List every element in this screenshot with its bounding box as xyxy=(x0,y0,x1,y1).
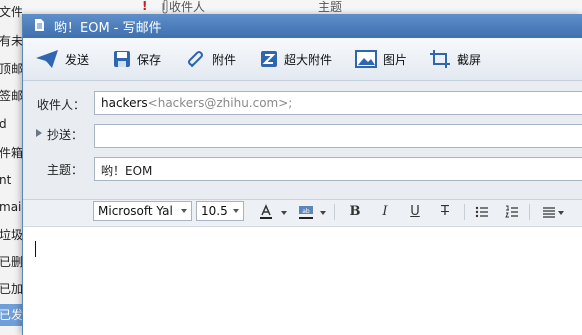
chevron-down-icon xyxy=(233,209,239,213)
text-color-dropdown-icon[interactable] xyxy=(281,211,287,215)
text-color-icon[interactable] xyxy=(259,204,273,220)
highlight-dropdown-icon[interactable] xyxy=(320,211,326,215)
save-button[interactable]: 保存 xyxy=(113,49,161,69)
send-button[interactable]: 发送 xyxy=(35,49,89,69)
divider xyxy=(464,204,465,220)
paper-plane-icon xyxy=(36,50,58,68)
attach-button[interactable]: 附件 xyxy=(186,49,236,69)
subject-column-header[interactable]: 主题 xyxy=(318,0,342,14)
subject-label: 主题： xyxy=(47,163,84,177)
paperclip-icon xyxy=(188,51,203,67)
window-title: 哟！EOM - 写邮件 xyxy=(54,21,162,36)
compose-toolbar: 发送 保存 附件 超大附件 图片 截屏 xyxy=(23,38,582,81)
compose-window: 哟！EOM - 写邮件 发送 保存 附件 超大附件 图片 截屏 收件人： hac… xyxy=(22,14,582,335)
message-body-editor[interactable] xyxy=(23,227,582,335)
to-field[interactable]: hackers<hackers@zhihu.com>; xyxy=(94,91,582,115)
text-caret xyxy=(35,241,36,257)
divider xyxy=(529,204,530,220)
large-attachment-icon xyxy=(261,51,277,67)
to-label: 收件人： xyxy=(37,98,86,112)
align-dropdown-icon[interactable] xyxy=(558,211,564,215)
numbered-list-icon[interactable] xyxy=(505,205,519,219)
header-fields: 收件人： hackers<hackers@zhihu.com>; 抄送： 主题：… xyxy=(23,81,582,200)
bold-button[interactable]: B xyxy=(348,204,362,220)
strikethrough-button[interactable]: T xyxy=(438,204,452,220)
format-toolbar: Microsoft Yal 10.5 ab B I U T xyxy=(23,200,582,227)
font-size-select[interactable]: 10.5 xyxy=(196,201,244,221)
big-attach-button[interactable]: 超大附件 xyxy=(260,49,332,69)
insert-image-button[interactable]: 图片 xyxy=(355,49,407,69)
chevron-down-icon xyxy=(181,209,187,213)
title-bar[interactable]: 哟！EOM - 写邮件 xyxy=(23,14,582,38)
image-icon xyxy=(355,50,377,68)
bullet-list-icon[interactable] xyxy=(475,205,489,219)
subject-field[interactable]: 哟！EOM xyxy=(94,157,582,181)
subject-value: 哟！EOM xyxy=(101,164,153,178)
recipient-column-header[interactable]: 收件人 xyxy=(169,0,205,14)
crop-screenshot-icon xyxy=(430,50,450,68)
italic-button[interactable]: I xyxy=(378,204,392,220)
divider xyxy=(334,204,335,220)
flag-column[interactable]: ! xyxy=(142,0,147,13)
mail-list-header: ! 收件人 主题 xyxy=(22,0,582,15)
align-icon[interactable] xyxy=(542,205,556,219)
document-icon xyxy=(35,19,44,31)
folder-sidebar: 文件夹 有未 顶邮 签邮 d 件箱 nt mai 垃圾 已删 已加 已发 xyxy=(0,0,29,335)
screenshot-button[interactable]: 截屏 xyxy=(429,49,481,69)
cc-label: 抄送： xyxy=(47,128,84,142)
cc-expand-icon[interactable] xyxy=(36,129,42,137)
svg-text:ab: ab xyxy=(302,208,310,215)
underline-button[interactable]: U xyxy=(408,204,422,220)
highlight-color-icon[interactable]: ab xyxy=(298,204,314,220)
recipient-name: hackers xyxy=(101,96,148,110)
recipient-email: <hackers@zhihu.com>; xyxy=(147,96,293,110)
floppy-disk-icon xyxy=(114,51,130,67)
cc-field[interactable] xyxy=(94,124,582,148)
font-family-select[interactable]: Microsoft Yal xyxy=(93,201,192,221)
